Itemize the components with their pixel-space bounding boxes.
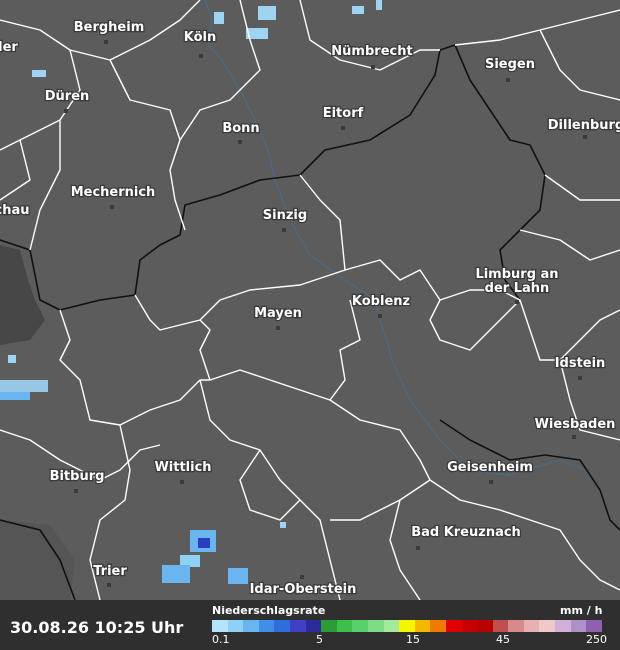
precipitation-color-scale xyxy=(212,620,602,632)
city-marker-dueren xyxy=(64,109,68,113)
city-marker-wiesbaden xyxy=(572,435,576,439)
city-label-dueren: Düren xyxy=(45,89,90,104)
legend-color-swatch-0 xyxy=(212,620,228,632)
legend-color-swatch-23 xyxy=(570,620,587,632)
legend-unit: mm / h xyxy=(560,604,603,617)
city-label-bitburg: Bitburg xyxy=(50,469,105,484)
map-background xyxy=(0,0,620,650)
city-marker-bad-kreuznach xyxy=(416,546,420,550)
city-label-eitorf: Eitorf xyxy=(323,106,364,121)
city-marker-trier xyxy=(107,583,111,587)
legend-color-swatch-2 xyxy=(243,620,259,632)
city-label-dillenburg: Dillenburg xyxy=(548,118,620,133)
city-marker-mechernich xyxy=(110,205,114,209)
city-label-sinzig: Sinzig xyxy=(263,208,307,223)
legend-color-swatch-19 xyxy=(508,620,524,632)
city-label-wiesbaden: Wiesbaden xyxy=(535,417,616,432)
city-marker-bonn xyxy=(238,140,242,144)
legend-color-swatch-5 xyxy=(289,620,306,632)
legend-color-swatch-13 xyxy=(414,620,431,632)
city-marker-koblenz xyxy=(378,314,382,318)
legend-color-swatch-16 xyxy=(461,620,478,632)
city-label-wittlich: Wittlich xyxy=(154,460,211,475)
legend-color-swatch-7 xyxy=(321,620,337,632)
city-label-idar-oberstein: Idar-Oberstein xyxy=(250,582,357,597)
legend-color-swatch-24 xyxy=(586,620,602,632)
legend-color-swatch-1 xyxy=(227,620,244,632)
city-label-partial-left-mid: chau xyxy=(0,203,30,218)
legend-tick-0-1: 0.1 xyxy=(212,633,230,646)
legend-color-swatch-3 xyxy=(258,620,275,632)
city-label-koblenz: Koblenz xyxy=(352,294,410,309)
legend-color-swatch-22 xyxy=(555,620,571,632)
city-label-idstein: Idstein xyxy=(555,356,606,371)
city-label-bonn: Bonn xyxy=(222,121,259,136)
legend-tick-5: 5 xyxy=(316,633,323,646)
city-label-partial-left-top: ler xyxy=(0,40,18,55)
legend-color-swatch-15 xyxy=(445,620,462,632)
city-marker-mayen xyxy=(276,326,280,330)
city-marker-idstein xyxy=(578,376,582,380)
city-label-siegen: Siegen xyxy=(485,57,535,72)
city-label-koeln: Köln xyxy=(184,30,217,45)
city-marker-siegen xyxy=(506,78,510,82)
legend-tick-45: 45 xyxy=(496,633,510,646)
city-marker-idar-oberstein xyxy=(300,575,304,579)
legend-color-swatch-17 xyxy=(477,620,493,632)
city-marker-geisenheim xyxy=(489,480,493,484)
city-label-limburg-line1: Limburg an xyxy=(475,267,558,282)
legend-tick-15: 15 xyxy=(406,633,420,646)
legend-tick-250: 250 xyxy=(586,633,607,646)
legend-color-swatch-8 xyxy=(336,620,353,632)
legend-color-swatch-4 xyxy=(274,620,290,632)
city-label-bad-kreuznach: Bad Kreuznach xyxy=(411,525,521,540)
legend-color-swatch-20 xyxy=(523,620,540,632)
city-marker-sinzig xyxy=(282,228,286,232)
city-label-trier: Trier xyxy=(93,564,127,579)
city-label-bergheim: Bergheim xyxy=(74,20,145,35)
legend-color-swatch-11 xyxy=(383,620,400,632)
weather-radar-map[interactable]: Bergheim Köln Nümbrecht Siegen Düren Bon… xyxy=(0,0,620,650)
legend-color-swatch-18 xyxy=(492,620,509,632)
city-marker-bitburg xyxy=(74,489,78,493)
city-label-limburg-line2: der Lahn xyxy=(485,281,550,296)
city-marker-bergheim xyxy=(104,40,108,44)
legend-color-swatch-12 xyxy=(399,620,415,632)
legend-title: Niederschlagsrate xyxy=(212,604,326,617)
legend-color-swatch-10 xyxy=(367,620,384,632)
city-label-mayen: Mayen xyxy=(254,306,302,321)
legend-color-swatch-9 xyxy=(352,620,368,632)
timestamp-label: 30.08.26 10:25 Uhr xyxy=(10,618,184,637)
city-label-geisenheim: Geisenheim xyxy=(447,460,533,475)
city-label-nuembrecht: Nümbrecht xyxy=(331,44,412,59)
legend-color-swatch-6 xyxy=(305,620,322,632)
city-marker-dillenburg xyxy=(583,135,587,139)
legend-color-swatch-21 xyxy=(539,620,556,632)
legend-color-swatch-14 xyxy=(430,620,446,632)
city-marker-nuembrecht xyxy=(371,65,375,69)
city-marker-eitorf xyxy=(341,126,345,130)
city-label-mechernich: Mechernich xyxy=(71,185,156,200)
city-marker-limburg xyxy=(515,300,519,304)
city-marker-koeln xyxy=(199,54,203,58)
city-marker-wittlich xyxy=(180,480,184,484)
